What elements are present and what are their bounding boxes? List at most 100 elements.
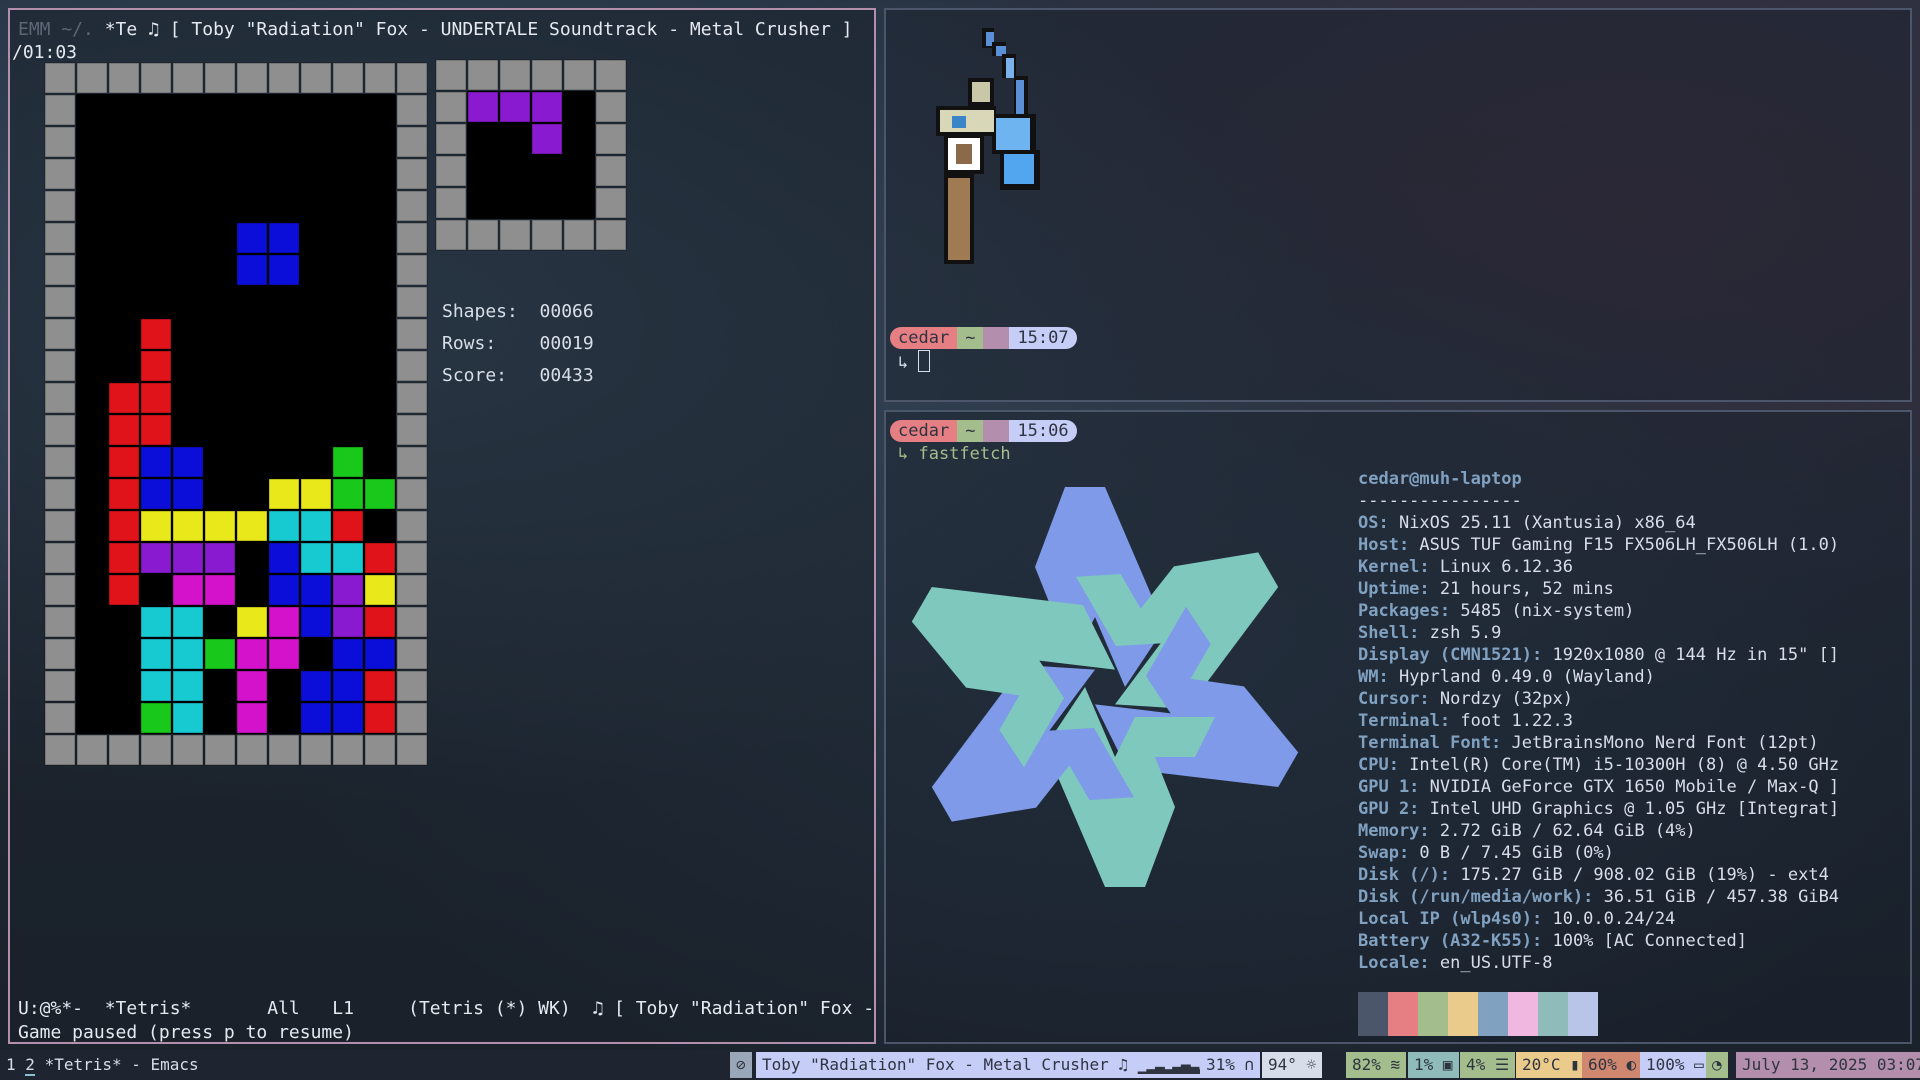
tetris-stats: Shapes: 00066 Rows: 00019 Score: 00433 xyxy=(442,296,594,392)
info-value: JetBrainsMono Nerd Font (12pt) xyxy=(1501,733,1819,753)
volume-widget[interactable]: 31% ∩ xyxy=(1200,1052,1261,1078)
board-border-block xyxy=(236,734,268,766)
tetris-board[interactable] xyxy=(40,58,432,770)
board-border-block xyxy=(396,62,428,94)
tetris-block xyxy=(236,606,268,638)
info-value: 2.72 GiB / 62.64 GiB (4%) xyxy=(1429,821,1696,841)
terminal-bottom[interactable]: cedar ~ 15:06 ↳ fastfetch cedar@muh-lapt… xyxy=(884,410,1912,1044)
tetris-block xyxy=(364,638,396,670)
terminal-top[interactable]: cedar ~ 15:07 ↳ xyxy=(884,8,1912,402)
info-value: Intel UHD Graphics @ 1.05 GHz [Integrat] xyxy=(1419,799,1840,819)
tetris-block xyxy=(108,446,140,478)
board-border-block xyxy=(44,510,76,542)
tetris-block xyxy=(172,510,204,542)
info-key: GPU 2: xyxy=(1358,799,1420,819)
board-border-block xyxy=(396,414,428,446)
tetris-block xyxy=(364,478,396,510)
tetris-block xyxy=(364,574,396,606)
brightness-widget[interactable]: 60% ◐ xyxy=(1582,1052,1643,1078)
tetris-block xyxy=(172,574,204,606)
board-border-block xyxy=(396,94,428,126)
info-value: ASUS TUF Gaming F15 FX506LH_FX506LH (1.0… xyxy=(1409,535,1840,555)
palette-swatch xyxy=(1478,992,1508,1036)
palette-swatch xyxy=(1358,992,1388,1036)
tetris-block xyxy=(204,510,236,542)
board-border-block xyxy=(435,91,467,123)
board-border-block xyxy=(140,734,172,766)
board-border-block xyxy=(332,734,364,766)
tetris-block xyxy=(236,510,268,542)
temperature-widget: 20°C ▮ xyxy=(1516,1052,1586,1078)
info-value: 100% [AC Connected] xyxy=(1542,931,1747,951)
info-key: Disk (/run/media/work): xyxy=(1358,887,1594,907)
board-border-block xyxy=(236,62,268,94)
wifi-widget[interactable]: 82% ≋ xyxy=(1346,1052,1407,1078)
clock[interactable]: July 13, 2025 03:07PM xyxy=(1736,1052,1920,1078)
tetris-block xyxy=(268,478,300,510)
board-border-block xyxy=(44,574,76,606)
board-border-block xyxy=(44,318,76,350)
tetris-block xyxy=(332,670,364,702)
tetris-block xyxy=(140,542,172,574)
board-border-block xyxy=(76,734,108,766)
tetris-block xyxy=(332,702,364,734)
board-border-block xyxy=(396,606,428,638)
fastfetch-title: cedar@muh-laptop xyxy=(1358,469,1522,489)
tetris-block xyxy=(332,478,364,510)
info-value: 10.0.0.24/24 xyxy=(1542,909,1676,929)
tetris-block xyxy=(204,638,236,670)
tetris-block xyxy=(268,510,300,542)
header-line: EMM ~/. *Te ♫ [ Toby "Radiation" Fox - U… xyxy=(18,18,874,42)
board-border-block xyxy=(396,382,428,414)
music-widget[interactable]: Toby "Radiation" Fox - Metal Crusher ♫ ▁… xyxy=(756,1052,1234,1078)
info-key: CPU: xyxy=(1358,755,1399,775)
board-border-block xyxy=(300,62,332,94)
battery-icon: ▭ xyxy=(1694,1055,1704,1074)
tetris-block xyxy=(140,350,172,382)
info-key: Shell: xyxy=(1358,623,1420,643)
info-value: 36.51 GiB / 457.38 GiB4 xyxy=(1593,887,1840,907)
next-piece-preview xyxy=(435,59,627,251)
tetris-block xyxy=(140,414,172,446)
tetris-block xyxy=(140,702,172,734)
tetris-block xyxy=(172,478,204,510)
info-key: Disk (/): xyxy=(1358,865,1451,885)
command-line[interactable]: ↳ xyxy=(898,350,931,373)
info-value: 21 hours, 52 mins xyxy=(1429,579,1614,599)
weather-widget: 94° ☼ xyxy=(1262,1052,1323,1078)
battery-widget: 100% ▭ xyxy=(1640,1052,1710,1078)
sun-icon: ☼ xyxy=(1306,1055,1317,1074)
tetris-block xyxy=(108,510,140,542)
next-piece-block xyxy=(467,91,499,123)
power-profile-icon[interactable]: ◔ xyxy=(1706,1052,1728,1078)
color-palette xyxy=(1358,992,1598,1036)
info-key: Memory: xyxy=(1358,821,1430,841)
board-border-block xyxy=(364,734,396,766)
info-key: Battery (A32-K55): xyxy=(1358,931,1543,951)
tetris-block xyxy=(172,446,204,478)
next-piece-block xyxy=(499,91,531,123)
board-border-block xyxy=(44,158,76,190)
tetris-block xyxy=(108,574,140,606)
workspace-1[interactable]: 1 xyxy=(6,1055,16,1074)
board-border-block xyxy=(396,350,428,382)
info-value: Nordzy (32px) xyxy=(1429,689,1573,709)
tetris-block xyxy=(268,606,300,638)
workspace-2[interactable]: 2 xyxy=(25,1055,35,1076)
info-value: 175.27 GiB / 908.02 GiB (19%) - ext4 xyxy=(1450,865,1829,885)
pixel-art-fishing-rod-icon xyxy=(936,28,1040,264)
board-border-block xyxy=(396,222,428,254)
board-border-block xyxy=(396,190,428,222)
board-border-block xyxy=(435,219,467,251)
tetris-block xyxy=(332,606,364,638)
tetris-block xyxy=(332,446,364,478)
tetris-block xyxy=(140,446,172,478)
info-value: foot 1.22.3 xyxy=(1450,711,1573,731)
board-border-block xyxy=(531,59,563,91)
prompt-dir: ~ xyxy=(957,327,984,349)
mute-icon[interactable]: ⊘ xyxy=(730,1052,752,1078)
emacs-window[interactable]: EMM ~/. *Te ♫ [ Toby "Radiation" Fox - U… xyxy=(8,8,876,1044)
tetris-block xyxy=(268,222,300,254)
prompt-dir: ~ xyxy=(957,420,984,442)
board-border-block xyxy=(435,155,467,187)
